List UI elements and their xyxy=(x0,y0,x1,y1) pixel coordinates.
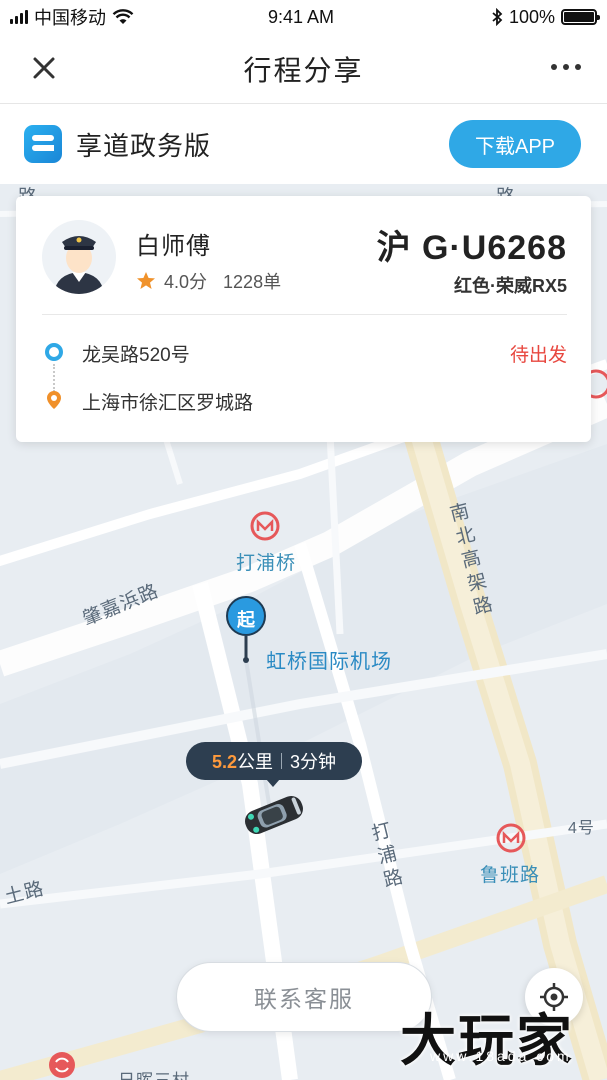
trip-status: 待出发 xyxy=(509,345,567,366)
app-name: 享道政务版 xyxy=(76,130,212,161)
driver-card: 白师傅 4.0分 1228单 沪 G·U6268 红色·荣威RX5 龙吴路520… xyxy=(16,196,591,442)
status-right: 100% xyxy=(491,6,600,28)
bluetooth-icon xyxy=(492,8,503,26)
star-icon xyxy=(137,272,155,289)
app-logo-icon xyxy=(24,125,62,163)
trip-distance-value: 5.2 xyxy=(211,752,237,772)
metro-icon-bottom xyxy=(49,1052,75,1078)
more-icon[interactable] xyxy=(551,64,581,70)
driver-name: 白师傅 xyxy=(136,233,211,260)
watermark: 大玩家 xyxy=(400,1009,574,1072)
close-icon[interactable] xyxy=(28,52,60,84)
destination-pin-icon xyxy=(47,391,61,409)
car-info: 红色·荣威RX5 xyxy=(453,276,567,296)
contact-service-button[interactable]: 联系客服 xyxy=(176,962,432,1032)
trip-distance-unit: 公里 xyxy=(237,752,273,772)
route-origin: 龙吴路520号 xyxy=(82,345,190,366)
page-title: 行程分享 xyxy=(243,54,364,86)
status-time: 9:41 AM xyxy=(268,6,335,27)
license-plate: 沪 G·U6268 xyxy=(376,229,567,267)
map-label-line4: 4号 xyxy=(568,820,595,837)
driver-avatar xyxy=(42,220,116,294)
status-bar: 中国移动 9:41 AM 100% xyxy=(0,0,607,34)
driver-rating: 4.0分 xyxy=(164,272,208,292)
card-divider xyxy=(42,314,567,315)
route-connector xyxy=(53,364,55,392)
map-label-bottom-road: 日晖三村 xyxy=(118,1066,190,1080)
driver-meta: 4.0分 1228单 xyxy=(136,268,281,294)
battery-icon xyxy=(561,9,600,25)
status-left: 中国移动 xyxy=(10,4,134,30)
bubble-divider xyxy=(281,753,282,769)
battery-percent: 100% xyxy=(508,6,555,27)
trip-distance: 5.2公里 xyxy=(212,748,273,774)
map-label-daopu: 打浦桥 xyxy=(236,553,297,574)
route-destination: 上海市徐汇区罗城路 xyxy=(82,393,254,414)
map-label-luban: 鲁班路 xyxy=(480,865,541,886)
trip-time: 3分钟 xyxy=(290,752,337,772)
download-app-button[interactable]: 下载APP xyxy=(449,120,581,168)
origin-dot-icon xyxy=(45,343,63,361)
car-icon xyxy=(245,795,303,835)
app-banner: 享道政务版 下载APP xyxy=(0,104,607,184)
watermark-url: www.18ada.com xyxy=(430,1048,572,1064)
map-label-airport: 虹桥国际机场 xyxy=(266,651,392,673)
driver-avatar-icon xyxy=(54,236,104,294)
wifi-icon xyxy=(112,9,134,24)
signal-icon xyxy=(10,10,28,24)
start-pin-label: 起 xyxy=(237,610,255,630)
driver-orders: 1228单 xyxy=(223,272,282,292)
carrier-label: 中国移动 xyxy=(34,8,106,28)
nav-bar: 行程分享 xyxy=(0,34,607,104)
trip-info-bubble: 5.2公里 3分钟 xyxy=(186,742,362,787)
